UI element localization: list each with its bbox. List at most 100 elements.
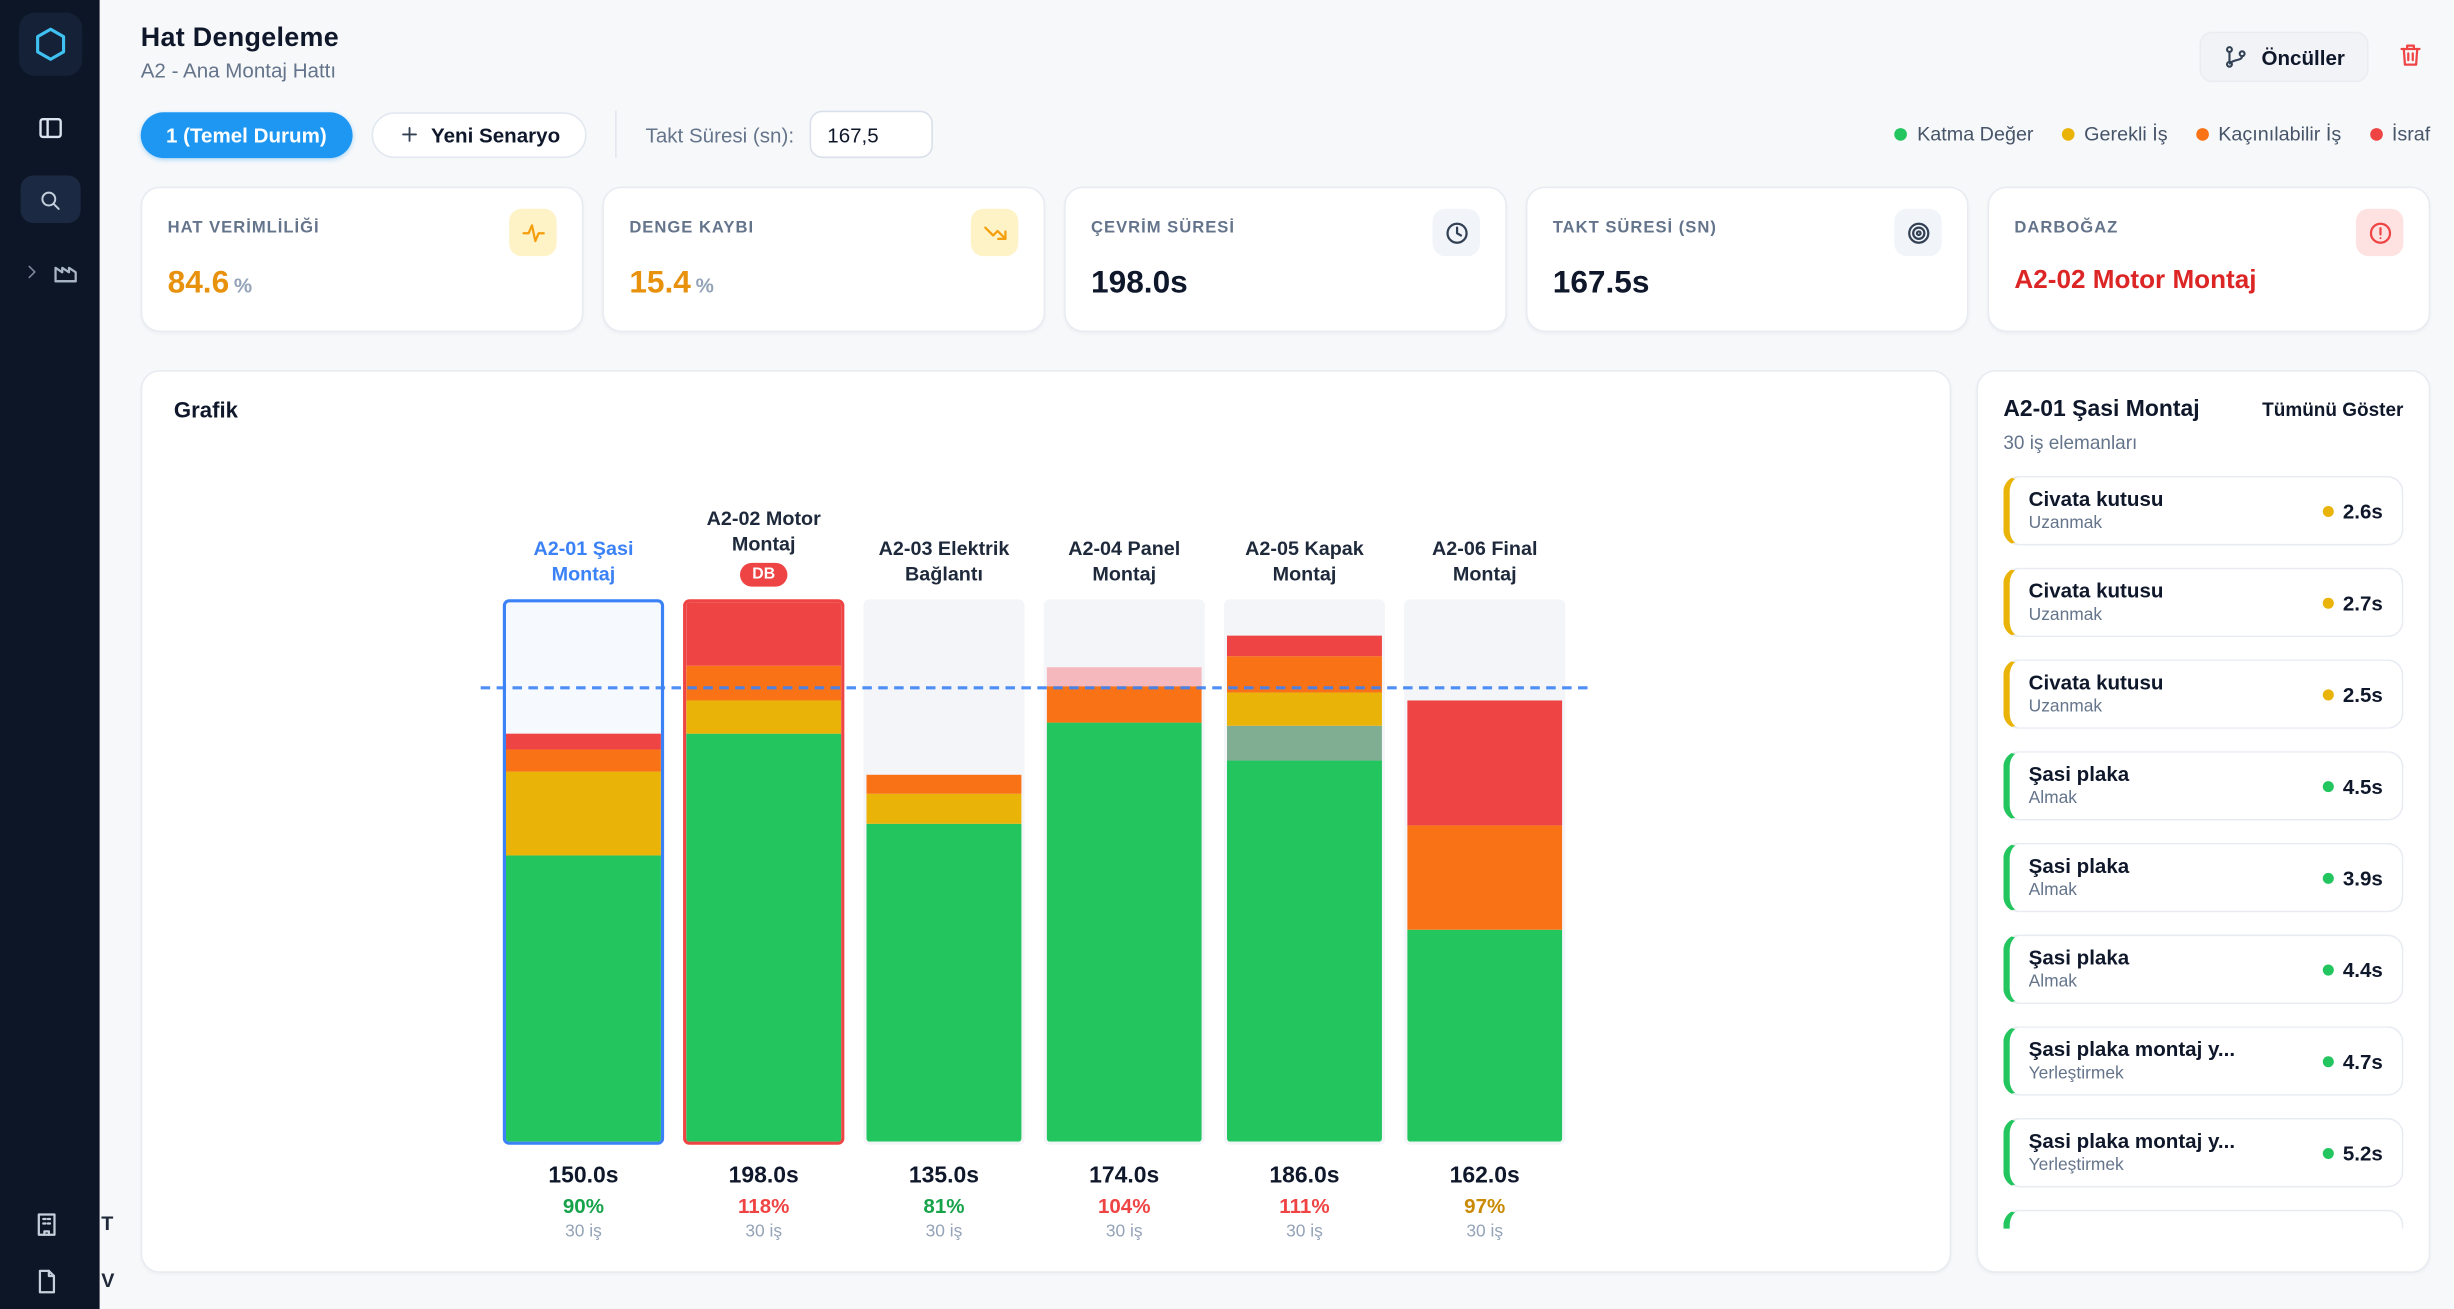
file-icon (33, 1267, 60, 1294)
station-bar-track[interactable] (683, 599, 845, 1145)
panel-title: A2-01 Şasi Montaj (2003, 396, 2200, 423)
task-item-4[interactable]: Şasi plaka Almak 4.5s (2003, 751, 2404, 821)
kpi-label: DENGE KAYBI (629, 218, 755, 238)
bar-segment[interactable] (1046, 667, 1202, 687)
task-item-6[interactable]: Şasi plaka Almak 4.4s (2003, 934, 2404, 1005)
bar-segment[interactable] (505, 855, 661, 1142)
bar-segment[interactable] (1227, 692, 1382, 725)
station-label[interactable]: A2-06 Final Montaj (1404, 535, 1565, 586)
station-task-count: 30 iş (925, 1222, 963, 1242)
takt-time-input[interactable] (809, 110, 934, 159)
delete-scenario-button[interactable] (2391, 35, 2431, 79)
station-bar-track[interactable] (863, 599, 1025, 1145)
legend-item-2: Kaçınılabilir İş (2196, 123, 2341, 145)
station-total-time: 150.0s (548, 1163, 619, 1190)
legend-label: Katma Değer (1917, 123, 2034, 146)
station-bar-track[interactable] (1404, 599, 1566, 1145)
station-total-time: 174.0s (1089, 1163, 1160, 1190)
bar-segment[interactable] (505, 733, 661, 750)
predecessors-button[interactable]: Öncüller (2199, 31, 2369, 83)
bar-segment[interactable] (1046, 722, 1202, 1142)
bar-segment[interactable] (1227, 635, 1382, 657)
building-icon (33, 1210, 60, 1237)
task-item-9[interactable] (2003, 1209, 2404, 1229)
scenario-tab-active[interactable]: 1 (Temel Durum) (140, 111, 352, 158)
kpi-value: 84.6% (167, 265, 253, 301)
bar-segment[interactable] (866, 823, 1022, 1142)
station-bar-3[interactable]: A2-03 Elektrik Bağlantı 135.0s 81% 30 iş (863, 432, 1025, 1242)
sidebar-expand-row[interactable] (21, 258, 78, 285)
bar-segment[interactable] (505, 771, 661, 856)
sidebar-search-button[interactable] (19, 175, 80, 223)
bar-segment[interactable] (1407, 825, 1563, 930)
task-item-7[interactable]: Şasi plaka montaj y... Yerleştirmek 4.7s (2003, 1026, 2404, 1096)
legend-dot (1894, 128, 1908, 141)
kpi-value: 198.0s (1091, 265, 1188, 301)
show-all-button[interactable]: Tümünü Göster (2262, 398, 2403, 420)
station-label[interactable]: A2-02 Motor Montaj (683, 505, 844, 556)
bar-segment[interactable] (866, 793, 1022, 824)
task-item-3[interactable]: Civata kutusu Uzanmak 2.5s (2003, 659, 2404, 729)
sidebar-item-1-label: T (101, 1212, 114, 1235)
kpi-label: TAKT SÜRESİ (SN) (1552, 218, 1717, 238)
legend-item-3: İsraf (2369, 123, 2430, 145)
station-bar-track[interactable] (502, 599, 665, 1145)
task-time: 2.7s (2342, 590, 2383, 615)
trash-icon (2397, 41, 2424, 68)
station-label[interactable]: A2-04 Panel Montaj (1044, 535, 1205, 586)
sidebar-item-2[interactable]: V (0, 1265, 114, 1297)
scenario-toolbar: 1 (Temel Durum) Yeni Senaryo Takt Süresi… (140, 110, 2431, 159)
station-task-count: 30 iş (1105, 1222, 1143, 1242)
chart-card: Grafik A2-01 Şasi Montaj 150.0s 90% 30 i… (140, 369, 1952, 1273)
task-item-1[interactable]: Civata kutusu Uzanmak 2.6s (2003, 475, 2404, 546)
station-utilization: 104% (1097, 1193, 1151, 1218)
task-subtitle: Yerleştirmek (2028, 1155, 2124, 1175)
legend-label: Kaçınılabilir İş (2218, 123, 2342, 146)
station-bar-1[interactable]: A2-01 Şasi Montaj 150.0s 90% 30 iş (502, 432, 665, 1241)
task-subtitle: Uzanmak (2028, 697, 2103, 717)
kpi-label: DARBOĞAZ (2014, 218, 2119, 238)
task-time: 2.5s (2342, 682, 2383, 707)
kpi-label: HAT VERİMLİLİĞİ (167, 218, 320, 238)
task-list[interactable]: Civata kutusu Uzanmak 2.6s Civata kutusu… (2003, 475, 2404, 1229)
station-label[interactable]: A2-05 Kapak Montaj (1224, 535, 1385, 586)
app-logo[interactable] (18, 12, 82, 76)
legend-dot (2061, 128, 2075, 141)
task-title: Şasi plaka montaj y... (2028, 1037, 2236, 1061)
station-bar-2[interactable]: A2-02 Motor Montaj DB 198.0s 118% 30 iş (683, 432, 845, 1241)
task-time: 5.2s (2342, 1140, 2383, 1165)
kpi-value: 15.4% (629, 265, 714, 301)
bar-segment[interactable] (1046, 686, 1202, 723)
kpi-card-2: ÇEVRİM SÜRESİ 198.0s (1064, 186, 1507, 333)
station-bar-6[interactable]: A2-06 Final Montaj 162.0s 97% 30 iş (1404, 432, 1566, 1242)
bar-segment[interactable] (686, 700, 842, 734)
kpi-label: ÇEVRİM SÜRESİ (1091, 218, 1235, 238)
work-type-legend: Katma Değer Gerekli İş Kaçınılabilir İş … (1894, 123, 2430, 146)
bar-segment[interactable] (1227, 725, 1382, 761)
task-type-dot (2322, 596, 2334, 608)
bar-segment[interactable] (866, 774, 1022, 794)
bar-segment[interactable] (686, 665, 842, 701)
search-icon (38, 187, 62, 211)
sidebar-toggle-button[interactable] (36, 114, 64, 147)
task-title: Şasi plaka (2028, 762, 2130, 786)
task-item-5[interactable]: Şasi plaka Almak 3.9s (2003, 842, 2404, 913)
bar-segment[interactable] (1407, 929, 1563, 1142)
station-task-count: 30 iş (1466, 1222, 1504, 1242)
station-label[interactable]: A2-03 Elektrik Bağlantı (863, 535, 1024, 586)
station-bar-5[interactable]: A2-05 Kapak Montaj 186.0s 111% 30 iş (1223, 432, 1386, 1241)
bar-segment[interactable] (686, 602, 842, 666)
bar-segment[interactable] (1407, 700, 1563, 826)
station-bar-4[interactable]: A2-04 Panel Montaj 174.0s 104% 30 iş (1043, 432, 1205, 1242)
legend-item-0: Katma Değer (1894, 123, 2034, 146)
station-bar-track[interactable] (1043, 599, 1205, 1145)
bar-segment[interactable] (1227, 760, 1382, 1142)
station-bar-track[interactable] (1223, 599, 1386, 1145)
sidebar-item-1[interactable]: T (0, 1208, 114, 1240)
task-item-2[interactable]: Civata kutusu Uzanmak 2.7s (2003, 567, 2404, 638)
bar-segment[interactable] (686, 733, 842, 1142)
bar-segment[interactable] (505, 749, 661, 772)
new-scenario-button[interactable]: Yeni Senaryo (370, 111, 588, 158)
task-item-8[interactable]: Şasi plaka montaj y... Yerleştirmek 5.2s (2003, 1117, 2404, 1188)
station-label[interactable]: A2-01 Şasi Montaj (503, 535, 664, 586)
